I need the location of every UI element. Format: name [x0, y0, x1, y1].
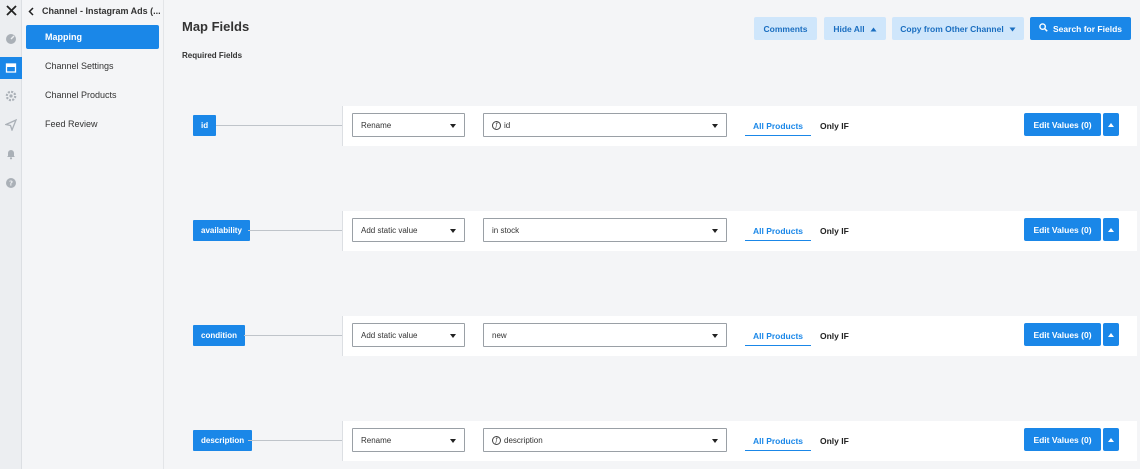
edit-values-button[interactable]: Edit Values (0) [1024, 428, 1101, 451]
dropdown-caret-icon [450, 229, 456, 233]
method-select[interactable]: Add static value [352, 323, 465, 347]
caret-up-icon [870, 24, 877, 34]
page-title: Map Fields [182, 19, 250, 34]
caret-up-icon [1108, 227, 1114, 232]
search-fields-label: Search for Fields [1053, 23, 1122, 34]
connector-line [244, 335, 342, 336]
field-tag: description [193, 430, 253, 451]
sidebar: Channel - Instagram Ads (... Mapping Cha… [22, 0, 164, 469]
dropdown-caret-icon [712, 124, 718, 128]
back-chevron-icon[interactable] [28, 6, 34, 16]
copy-from-label: Copy from Other Channel [900, 23, 1004, 34]
source-value: in stock [492, 225, 520, 235]
main-content: Map Fields Required Fields Comments Hide… [164, 0, 1140, 469]
dropdown-caret-icon [712, 334, 718, 338]
search-icon [1039, 23, 1048, 34]
copy-from-channel-button[interactable]: Copy from Other Channel [892, 17, 1024, 40]
tab-only-if[interactable]: Only IF [820, 326, 849, 346]
icon-rail: ? [0, 0, 22, 469]
method-select[interactable]: Rename [352, 428, 465, 452]
tab-only-if[interactable]: Only IF [820, 221, 849, 241]
source-select[interactable]: in stock [483, 218, 727, 242]
method-select[interactable]: Add static value [352, 218, 465, 242]
collapse-button[interactable] [1103, 323, 1119, 346]
field-tag: id [193, 115, 217, 136]
mapping-row-availability: availability Add static value in stock A… [164, 211, 1140, 251]
sidebar-item-channel-products[interactable]: Channel Products [26, 83, 159, 107]
tab-all-products[interactable]: All Products [745, 326, 811, 346]
close-icon[interactable] [0, 0, 22, 20]
source-value: id [504, 120, 511, 130]
source-value: description [504, 435, 543, 445]
field-function-icon: f [492, 120, 501, 130]
method-value: Rename [361, 435, 392, 445]
section-subtitle: Required Fields [182, 51, 243, 60]
mapping-row-description: description Rename f description All Prod… [164, 421, 1140, 461]
channel-header: Channel - Instagram Ads (... [22, 0, 163, 22]
source-select[interactable]: f description [483, 428, 727, 452]
connector-line [248, 440, 342, 441]
method-value: Rename [361, 120, 392, 130]
comments-button[interactable]: Comments [754, 17, 817, 40]
collapse-button[interactable] [1103, 428, 1119, 451]
dropdown-caret-icon [712, 439, 718, 443]
send-icon[interactable] [0, 114, 22, 136]
hide-all-button[interactable]: Hide All [824, 17, 886, 40]
connector-line [216, 125, 342, 126]
tab-all-products[interactable]: All Products [745, 431, 811, 451]
mapping-card: Add static value in stock All Products O… [342, 211, 1137, 251]
collapse-button[interactable] [1103, 113, 1119, 136]
search-fields-button[interactable]: Search for Fields [1030, 17, 1131, 40]
source-select[interactable]: new [483, 323, 727, 347]
caret-down-icon [1009, 24, 1016, 34]
source-value: new [492, 330, 507, 340]
collapse-button[interactable] [1103, 218, 1119, 241]
method-value: Add static value [361, 225, 418, 235]
bell-icon[interactable] [0, 143, 22, 165]
mapping-row-id: id Rename f id All Products Only IF Edit … [164, 106, 1140, 146]
edit-values-button[interactable]: Edit Values (0) [1024, 323, 1101, 346]
mapping-card: Rename f id All Products Only IF Edit Val… [342, 106, 1137, 146]
field-tag: condition [193, 325, 245, 346]
comments-label: Comments [763, 23, 808, 34]
caret-up-icon [1108, 332, 1114, 337]
mapping-card: Add static value new All Products Only I… [342, 316, 1137, 356]
mapping-row-condition: condition Add static value new All Produ… [164, 316, 1140, 356]
caret-up-icon [1108, 122, 1114, 127]
mapping-card: Rename f description All Products Only IF… [342, 421, 1137, 461]
tab-all-products[interactable]: All Products [745, 221, 811, 241]
sidebar-item-mapping[interactable]: Mapping [26, 25, 159, 49]
edit-values-button[interactable]: Edit Values (0) [1024, 113, 1101, 136]
channel-title: Channel - Instagram Ads (... [42, 6, 161, 16]
dropdown-caret-icon [450, 334, 456, 338]
sidebar-item-channel-settings[interactable]: Channel Settings [26, 54, 159, 78]
tab-only-if[interactable]: Only IF [820, 431, 849, 451]
edit-values-button[interactable]: Edit Values (0) [1024, 218, 1101, 241]
field-function-icon: f [492, 435, 501, 445]
hide-all-label: Hide All [833, 23, 865, 34]
field-tag: availability [193, 220, 250, 241]
method-select[interactable]: Rename [352, 113, 465, 137]
dropdown-caret-icon [712, 229, 718, 233]
caret-up-icon [1108, 437, 1114, 442]
dropdown-caret-icon [450, 124, 456, 128]
store-icon[interactable] [0, 57, 22, 79]
source-select[interactable]: f id [483, 113, 727, 137]
method-value: Add static value [361, 330, 418, 340]
sidebar-item-feed-review[interactable]: Feed Review [26, 112, 159, 136]
settings-icon[interactable] [0, 85, 22, 107]
connector-line [248, 230, 342, 231]
dashboard-icon[interactable] [0, 28, 22, 50]
help-icon[interactable]: ? [0, 172, 22, 194]
svg-text:?: ? [9, 180, 13, 188]
tab-only-if[interactable]: Only IF [820, 116, 849, 136]
tab-all-products[interactable]: All Products [745, 116, 811, 136]
dropdown-caret-icon [450, 439, 456, 443]
